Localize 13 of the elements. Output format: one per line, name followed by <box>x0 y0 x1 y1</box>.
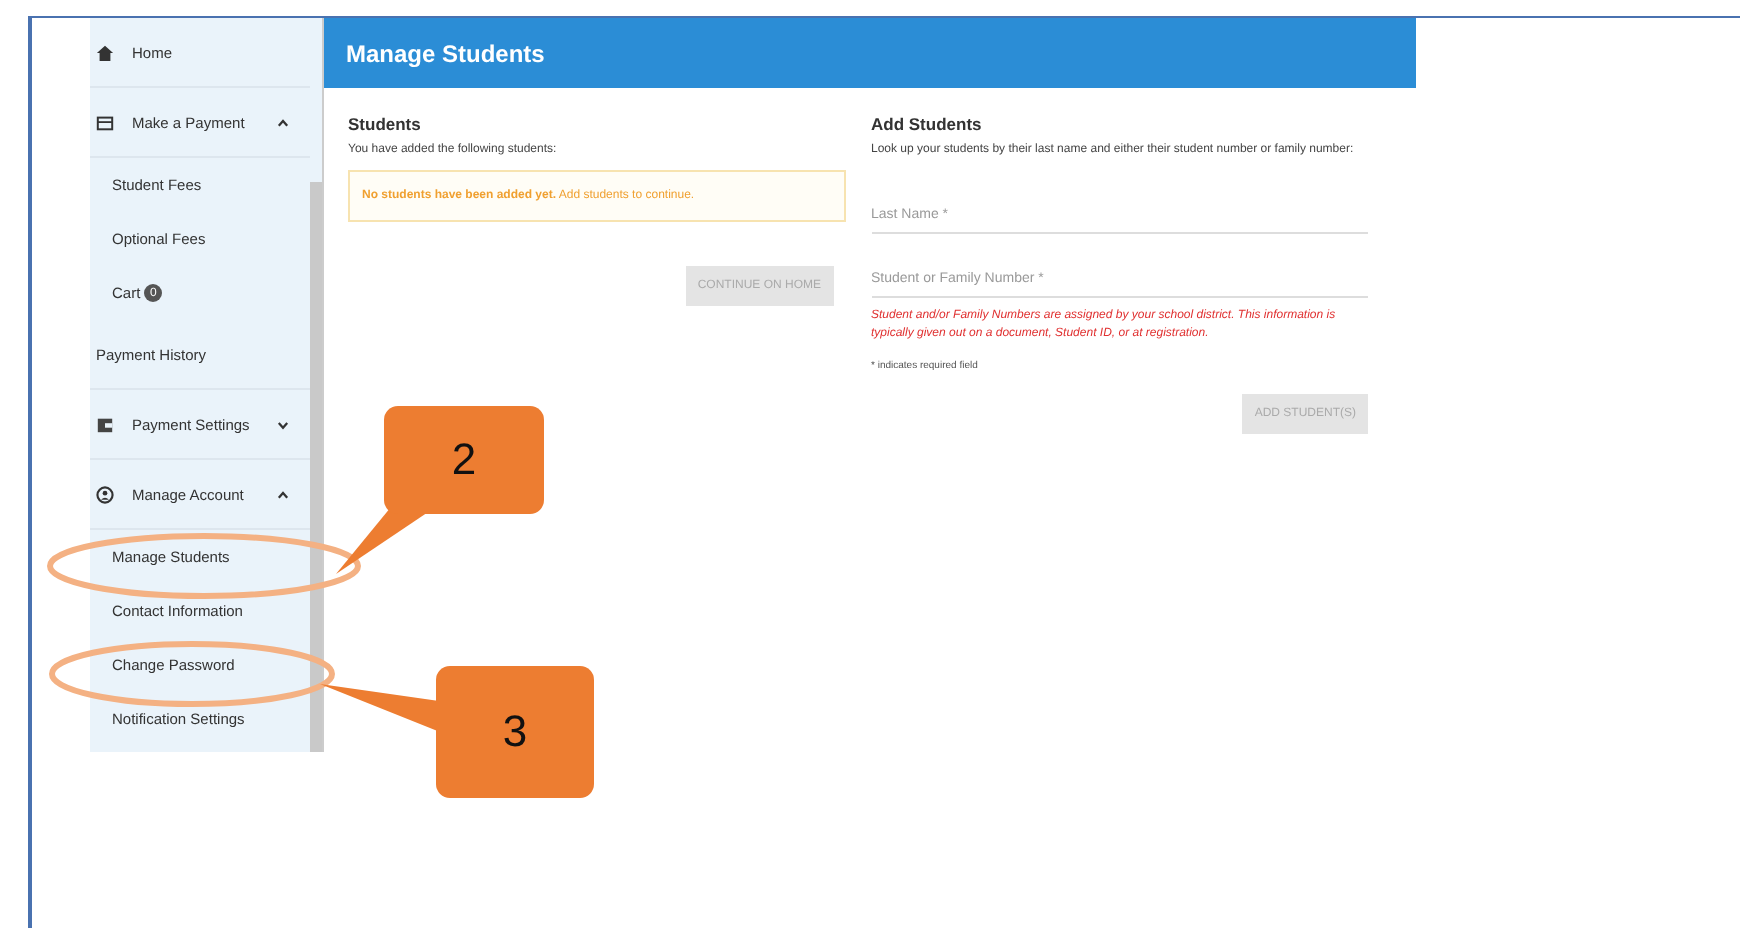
account-icon <box>96 485 114 503</box>
home-icon <box>96 43 114 61</box>
caret-up-icon <box>276 487 290 501</box>
caret-down-icon <box>276 417 290 431</box>
card-icon <box>96 113 114 131</box>
section-title: Add Students <box>871 114 984 134</box>
page-title: Manage Students <box>346 39 545 67</box>
callout-label: 2 <box>384 406 544 514</box>
section-title: Students <box>348 114 423 134</box>
caret-up-icon <box>276 115 290 129</box>
wallet-icon <box>96 415 114 433</box>
callout-label: 3 <box>436 666 594 798</box>
scrollbar[interactable] <box>310 182 322 752</box>
